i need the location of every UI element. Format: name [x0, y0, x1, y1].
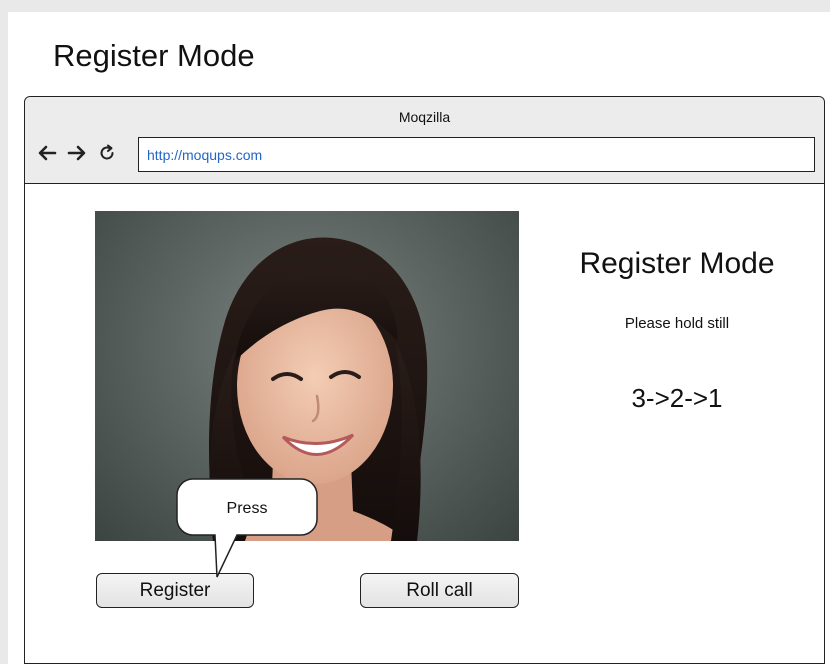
callout-text: Press — [226, 500, 268, 517]
forward-arrow-icon[interactable] — [65, 141, 89, 165]
browser-window: Moqzilla http://moqups.com Register Mode… — [24, 96, 825, 664]
browser-toolbar: Moqzilla http://moqups.com — [25, 97, 824, 184]
reload-icon[interactable] — [95, 141, 119, 165]
speech-bubble-shape — [176, 478, 318, 578]
press-callout: Press — [175, 477, 319, 597]
url-text: http://moqups.com — [147, 147, 263, 163]
roll-call-button[interactable]: Roll call — [360, 573, 519, 608]
instruction-text: Please hold still — [624, 315, 730, 332]
page-title: Register Mode — [53, 38, 255, 73]
countdown-text: 3->2->1 — [631, 383, 723, 413]
browser-window-title: Moqzilla — [398, 109, 451, 125]
address-bar[interactable]: http://moqups.com — [138, 137, 815, 172]
back-arrow-icon[interactable] — [35, 141, 59, 165]
mode-heading: Register Mode — [579, 247, 775, 280]
mockup-frame: Register Mode Moqzilla http://moqups.com… — [8, 12, 830, 664]
